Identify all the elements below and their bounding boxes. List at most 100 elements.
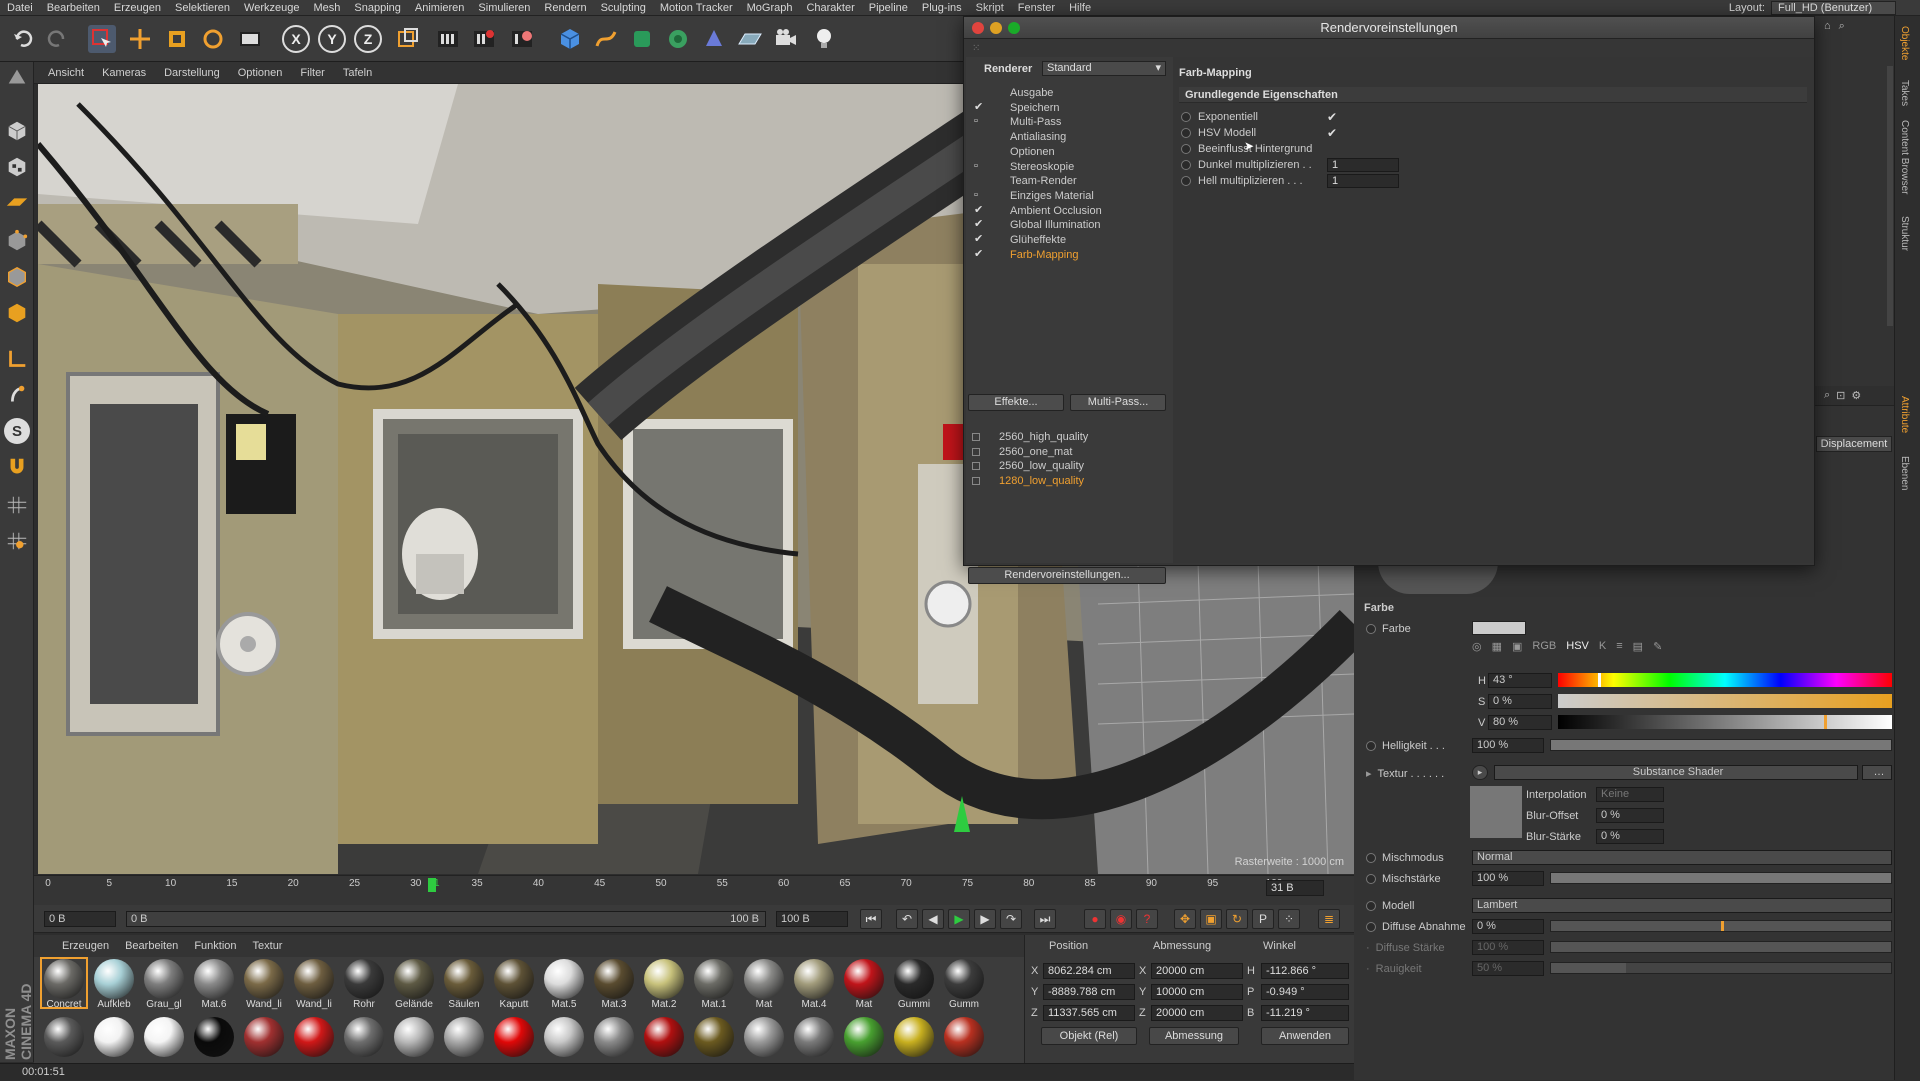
render-settings-icon[interactable]: [508, 25, 536, 53]
nav-checkbox[interactable]: ▫: [974, 160, 985, 172]
move-icon[interactable]: [126, 25, 154, 53]
nav-checkbox[interactable]: ▫: [974, 189, 985, 201]
material-swatch[interactable]: [192, 1017, 236, 1065]
property-checkbox[interactable]: ✔: [1327, 126, 1337, 140]
next-key-icon[interactable]: ↷: [1000, 909, 1022, 929]
material-swatch[interactable]: [742, 1017, 786, 1065]
property-radio[interactable]: [1181, 176, 1191, 186]
material-swatch[interactable]: Mat.6: [192, 959, 236, 1010]
helligkeit-radio[interactable]: [1366, 741, 1376, 752]
material-swatch[interactable]: [142, 1017, 186, 1065]
previous-frame-icon[interactable]: ◀: [922, 909, 944, 929]
saturation-slider[interactable]: [1558, 694, 1892, 708]
hsv-mode-icon[interactable]: HSV: [1566, 640, 1589, 658]
polygons-mode-icon[interactable]: [4, 300, 30, 326]
viewport-menu-kameras[interactable]: Kameras: [102, 67, 146, 79]
menu-mograph[interactable]: MoGraph: [740, 2, 800, 14]
helligkeit-slider[interactable]: [1550, 739, 1892, 751]
color-swatch[interactable]: [1472, 621, 1526, 635]
lock-icon[interactable]: ⊡: [1836, 389, 1845, 402]
property-radio[interactable]: [1181, 112, 1191, 122]
nav-item[interactable]: Farb-Mapping: [1010, 249, 1078, 261]
hue-slider[interactable]: [1558, 673, 1892, 687]
parameter-key-icon[interactable]: P: [1252, 909, 1274, 929]
floor-icon[interactable]: [736, 25, 764, 53]
snap-icon[interactable]: S: [4, 418, 30, 444]
camera-icon[interactable]: [772, 25, 800, 53]
nav-item[interactable]: Speichern: [1010, 102, 1060, 114]
mischstaerke-radio[interactable]: [1366, 874, 1376, 885]
property-number-field[interactable]: 1: [1327, 174, 1399, 188]
layout-select[interactable]: Full_HD (Benutzer): [1771, 1, 1896, 15]
swatches-icon[interactable]: ▤: [1633, 640, 1643, 658]
rauigkeit-field[interactable]: 50 %: [1472, 961, 1544, 976]
points-mode-icon[interactable]: [4, 228, 30, 254]
playhead[interactable]: [428, 878, 436, 892]
size-y-field[interactable]: 10000 cm: [1151, 984, 1243, 1000]
material-swatch[interactable]: Gummi: [892, 959, 936, 1010]
menu-charakter[interactable]: Charakter: [799, 2, 861, 14]
material-swatch[interactable]: [892, 1017, 936, 1065]
preset-item[interactable]: 2560_low_quality: [999, 460, 1084, 472]
mischmodus-radio[interactable]: [1366, 853, 1376, 864]
minimize-window-icon[interactable]: [990, 22, 1002, 34]
nav-checkbox[interactable]: [974, 131, 985, 142]
kelvin-mode-icon[interactable]: K: [1599, 640, 1606, 658]
effects-button[interactable]: Effekte...: [968, 394, 1064, 411]
blurstaerke-field[interactable]: 0 %: [1596, 829, 1664, 844]
grid-snap-icon[interactable]: [4, 492, 30, 518]
material-swatch[interactable]: [92, 1017, 136, 1065]
material-swatch[interactable]: Mat.2: [642, 959, 686, 1010]
viewport-menu-filter[interactable]: Filter: [300, 67, 324, 79]
mischmodus-select[interactable]: Normal: [1472, 850, 1892, 865]
textur-expand-icon[interactable]: ▸: [1366, 768, 1372, 780]
nav-checkbox[interactable]: [974, 175, 985, 186]
textur-shader-button[interactable]: Substance Shader: [1494, 765, 1858, 780]
nav-item[interactable]: Multi-Pass: [1010, 116, 1061, 128]
settings-icon[interactable]: ⚙: [1851, 389, 1861, 402]
search-icon[interactable]: ⌕: [1839, 20, 1845, 36]
menu-plugins[interactable]: Plug-ins: [915, 2, 969, 14]
pos-z-field[interactable]: 11337.565 cm: [1043, 1005, 1135, 1021]
menu-sculpting[interactable]: Sculpting: [594, 2, 653, 14]
range-slider[interactable]: 0 B 100 B: [126, 911, 766, 927]
material-swatch[interactable]: Gumm: [942, 959, 986, 1010]
mischstaerke-slider[interactable]: [1550, 872, 1892, 884]
spectrum-icon[interactable]: ▦: [1492, 640, 1502, 658]
interpolation-select[interactable]: Keine: [1596, 787, 1664, 802]
workplane-icon[interactable]: [4, 190, 30, 216]
nav-checkbox[interactable]: ▫: [974, 116, 985, 127]
scale-key-icon[interactable]: ▣: [1200, 909, 1222, 929]
nav-item[interactable]: Team-Render: [1010, 175, 1077, 187]
menu-datei[interactable]: Datei: [0, 2, 40, 14]
material-swatch[interactable]: Säulen: [442, 959, 486, 1010]
start-frame-field[interactable]: 0 B: [44, 911, 116, 927]
timeline-menu-icon[interactable]: ≣: [1318, 909, 1340, 929]
nav-checkbox[interactable]: ✔: [974, 204, 985, 216]
home-icon[interactable]: ⌂: [1824, 20, 1831, 36]
object-manager-scrollbar[interactable]: [1887, 66, 1893, 326]
menu-pipeline[interactable]: Pipeline: [862, 2, 915, 14]
cube-icon[interactable]: [556, 25, 584, 53]
material-swatch[interactable]: Kaputt: [492, 959, 536, 1010]
tab-objekte[interactable]: Objekte: [1899, 26, 1910, 60]
rot-p-field[interactable]: -0.949 °: [1261, 984, 1349, 1000]
material-swatch[interactable]: [692, 1017, 736, 1065]
x-axis-icon[interactable]: X: [282, 25, 310, 53]
mischstaerke-field[interactable]: 100 %: [1472, 871, 1544, 886]
material-swatch[interactable]: Rohr: [342, 959, 386, 1010]
nav-checkbox[interactable]: ✔: [974, 234, 985, 245]
material-menu-funktion[interactable]: Funktion: [194, 940, 236, 952]
material-swatch[interactable]: Concret: [40, 957, 88, 1010]
pos-y-field[interactable]: -8889.788 cm: [1043, 984, 1135, 1000]
material-menu-bearbeiten[interactable]: Bearbeiten: [125, 940, 178, 952]
nav-checkbox[interactable]: ✔: [974, 248, 985, 260]
undo-icon[interactable]: [10, 25, 38, 53]
property-checkbox[interactable]: ✔: [1327, 110, 1337, 124]
nav-item[interactable]: Antialiasing: [1010, 131, 1066, 143]
material-swatch[interactable]: [542, 1017, 586, 1065]
material-swatch[interactable]: Mat: [842, 959, 886, 1010]
material-swatch[interactable]: [842, 1017, 886, 1065]
texture-mode-icon[interactable]: [4, 154, 30, 180]
nav-item[interactable]: Glüheffekte: [1010, 234, 1066, 246]
